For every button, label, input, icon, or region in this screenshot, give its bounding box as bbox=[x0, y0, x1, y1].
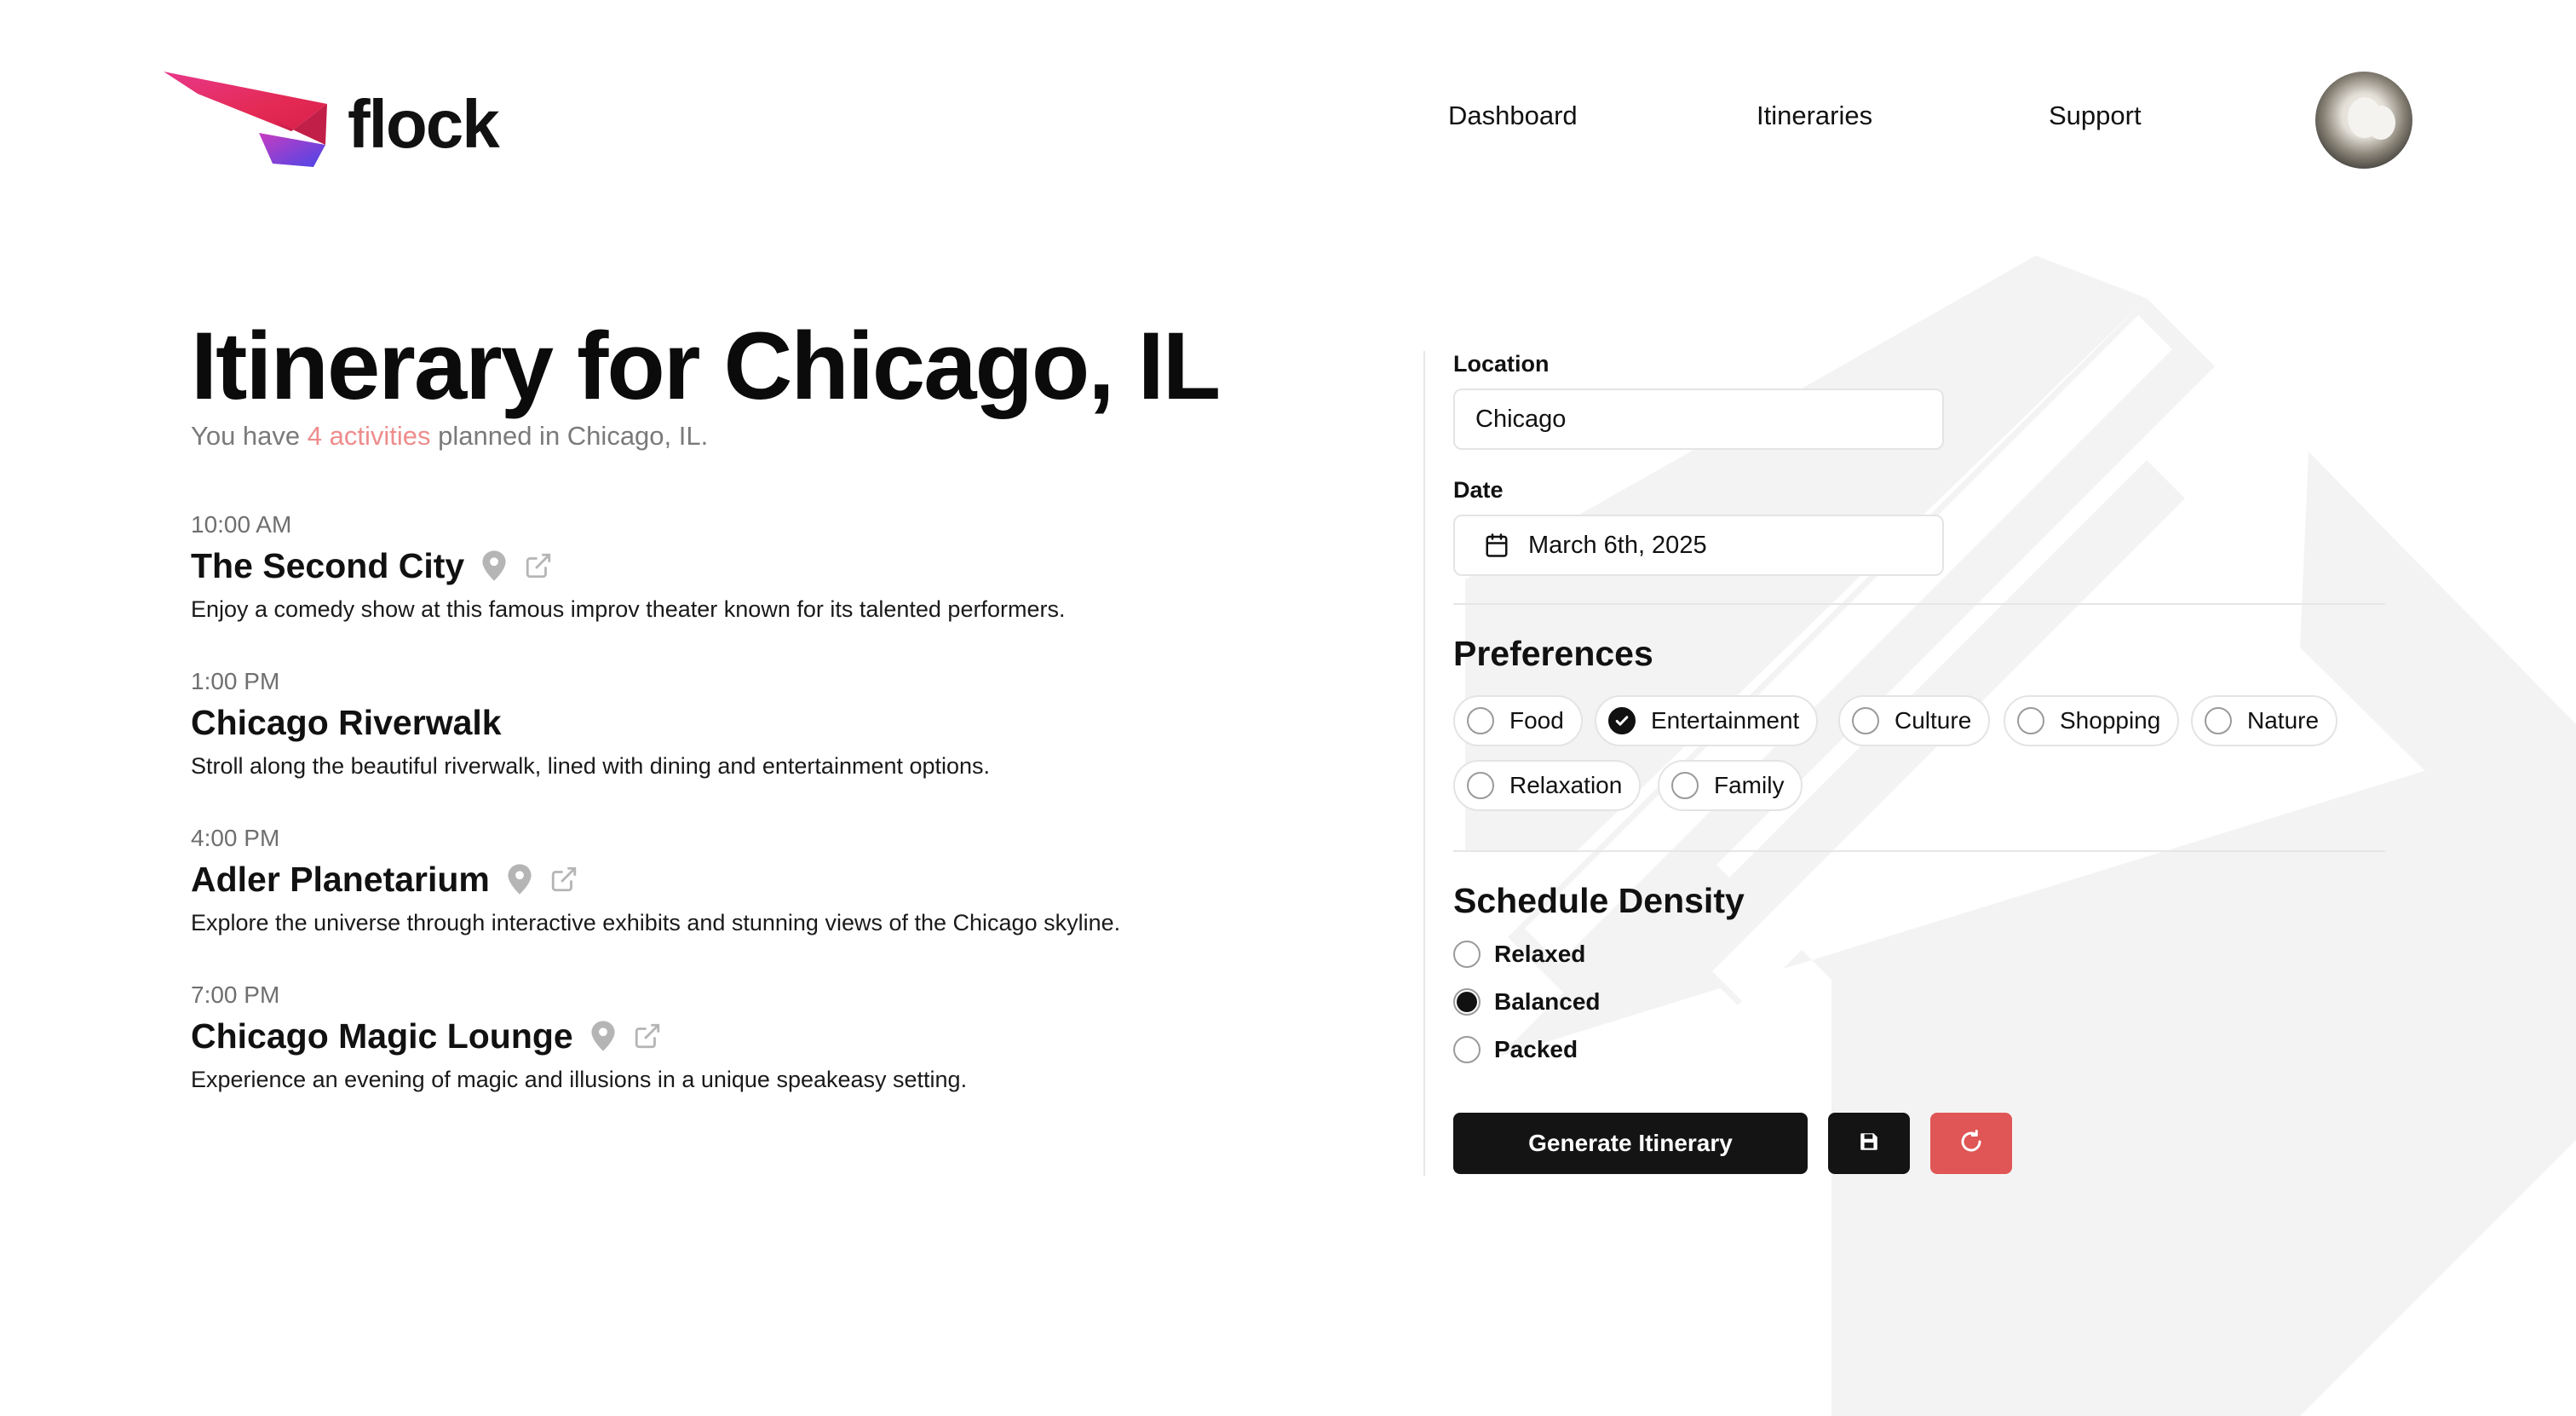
activity-time: 7:00 PM bbox=[191, 981, 280, 1008]
activity-item: 10:00 AM The Second City Enjoy a comedy … bbox=[191, 511, 1383, 623]
map-pin-icon[interactable] bbox=[505, 863, 534, 895]
preference-chip-culture[interactable]: Culture bbox=[1838, 695, 1991, 746]
activity-time: 10:00 AM bbox=[191, 511, 292, 538]
chip-label: Culture bbox=[1895, 707, 1972, 734]
checkbox bbox=[1852, 707, 1879, 734]
density-option-packed[interactable]: Packed bbox=[1453, 1036, 1578, 1063]
user-avatar[interactable] bbox=[2315, 72, 2412, 169]
brand-name: flock bbox=[348, 86, 500, 162]
reset-button[interactable] bbox=[1930, 1113, 2012, 1174]
radio-button bbox=[1453, 1036, 1481, 1063]
location-label: Location bbox=[1453, 351, 1550, 377]
activity-title: Adler Planetarium bbox=[191, 859, 490, 899]
activity-description: Explore the universe through interactive… bbox=[191, 910, 1121, 935]
chip-label: Nature bbox=[2247, 707, 2320, 734]
radio-label: Relaxed bbox=[1494, 941, 1586, 967]
map-pin-icon[interactable] bbox=[589, 1020, 618, 1052]
radio-label: Packed bbox=[1494, 1036, 1578, 1062]
preference-chip-food[interactable]: Food bbox=[1453, 695, 1583, 746]
subtitle-prefix: You have bbox=[191, 421, 308, 451]
generate-itinerary-button[interactable]: Generate Itinerary bbox=[1453, 1113, 1808, 1174]
schedule-density-title: Schedule Density bbox=[1453, 881, 1745, 920]
activities-count: 4 activities bbox=[307, 421, 431, 451]
activity-description: Enjoy a comedy show at this famous impro… bbox=[191, 596, 1066, 622]
activity-time: 4:00 PM bbox=[191, 825, 280, 851]
calendar-icon bbox=[1484, 532, 1509, 558]
chip-label: Entertainment bbox=[1651, 707, 1800, 734]
preference-chip-nature[interactable]: Nature bbox=[2191, 695, 2338, 746]
radio-button bbox=[1453, 988, 1481, 1016]
nav-support[interactable]: Support bbox=[2049, 101, 2142, 131]
check-icon bbox=[1608, 707, 1636, 734]
nav-itineraries[interactable]: Itineraries bbox=[1757, 101, 1872, 131]
external-link-icon[interactable] bbox=[549, 865, 578, 894]
nav-dashboard[interactable]: Dashboard bbox=[1448, 101, 1578, 131]
checkbox bbox=[1467, 707, 1494, 734]
floppy-disk-icon bbox=[1858, 1131, 1880, 1157]
section-divider bbox=[1453, 850, 2385, 852]
map-pin-icon[interactable] bbox=[480, 550, 509, 582]
activity-item: 7:00 PM Chicago Magic Lounge Experience … bbox=[191, 981, 1383, 1093]
chip-label: Food bbox=[1509, 707, 1564, 734]
column-divider bbox=[1423, 351, 1425, 1176]
date-picker[interactable]: March 6th, 2025 bbox=[1453, 515, 1944, 576]
activity-description: Experience an evening of magic and illus… bbox=[191, 1067, 968, 1092]
avatar-detail bbox=[2366, 106, 2395, 140]
checkbox bbox=[1671, 772, 1699, 799]
date-value: March 6th, 2025 bbox=[1528, 531, 1707, 559]
activity-title: Chicago Magic Lounge bbox=[191, 1016, 573, 1056]
checkbox bbox=[2205, 707, 2232, 734]
density-option-relaxed[interactable]: Relaxed bbox=[1453, 941, 1585, 968]
itinerary-panel: Itinerary for Chicago, IL You have 4 act… bbox=[191, 307, 1383, 1092]
radio-button bbox=[1453, 941, 1481, 968]
location-input[interactable]: Chicago bbox=[1453, 389, 1944, 450]
density-option-balanced[interactable]: Balanced bbox=[1453, 988, 1601, 1016]
external-link-icon[interactable] bbox=[633, 1022, 662, 1050]
activity-item: 1:00 PM Chicago Riverwalk Stroll along t… bbox=[191, 668, 1383, 780]
preference-chip-family[interactable]: Family bbox=[1658, 760, 1803, 811]
chip-label: Family bbox=[1714, 772, 1785, 798]
activity-description: Stroll along the beautiful riverwalk, li… bbox=[191, 753, 991, 779]
section-divider bbox=[1453, 603, 2385, 605]
activity-title: Chicago Riverwalk bbox=[191, 702, 502, 742]
activity-time: 1:00 PM bbox=[191, 668, 280, 694]
checkbox bbox=[2017, 707, 2044, 734]
external-link-icon[interactable] bbox=[524, 551, 553, 580]
save-button[interactable] bbox=[1828, 1113, 1910, 1174]
flock-logo-mark bbox=[164, 72, 327, 167]
chip-label: Relaxation bbox=[1509, 772, 1623, 798]
activity-title: The Second City bbox=[191, 545, 465, 585]
chip-label: Shopping bbox=[2060, 707, 2161, 734]
activity-item: 4:00 PM Adler Planetarium Explore the un… bbox=[191, 825, 1383, 936]
subtitle-suffix: planned in Chicago, IL. bbox=[430, 421, 709, 451]
brand-logo[interactable]: flock bbox=[164, 70, 504, 172]
preference-chip-entertainment[interactable]: Entertainment bbox=[1595, 695, 1819, 746]
page-title: Itinerary for Chicago, IL bbox=[191, 313, 1221, 419]
preferences-title: Preferences bbox=[1453, 634, 1653, 673]
preference-chip-relaxation[interactable]: Relaxation bbox=[1453, 760, 1642, 811]
refresh-icon bbox=[1958, 1129, 1984, 1159]
radio-label: Balanced bbox=[1494, 988, 1601, 1015]
preference-chip-shopping[interactable]: Shopping bbox=[2004, 695, 2180, 746]
date-label: Date bbox=[1453, 477, 1504, 503]
checkbox bbox=[1467, 772, 1494, 799]
